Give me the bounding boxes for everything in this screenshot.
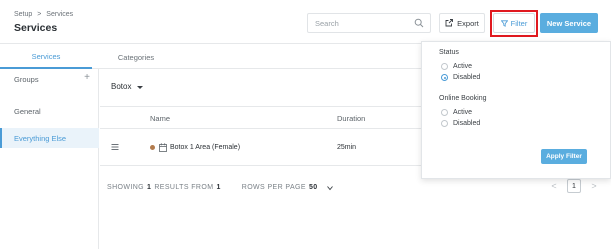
sidebar-item-groups[interactable]: Groups +	[0, 69, 99, 89]
pagination: < 1 >	[547, 179, 601, 193]
category-dropdown-value: Botox	[111, 82, 132, 91]
export-button[interactable]: Export	[439, 13, 485, 33]
drag-handle-icon[interactable]	[111, 143, 119, 151]
breadcrumb: Setup > Services	[14, 11, 76, 18]
service-name[interactable]: Botox 1 Area (Female)	[170, 144, 240, 151]
calendar-icon	[159, 143, 167, 152]
search-icon[interactable]	[414, 18, 424, 28]
sidebar-item-label: Everything Else	[14, 133, 67, 143]
rows-per-page-label: ROWS PER PAGE	[241, 184, 306, 191]
sidebar-item-general[interactable]: General	[0, 101, 99, 121]
radio-label: Disabled	[453, 74, 481, 81]
breadcrumb-setup[interactable]: Setup	[14, 11, 32, 18]
sidebar: Groups + General Everything Else	[0, 69, 99, 249]
page-title: Services	[14, 22, 58, 34]
results-footer: SHOWING 1 RESULTS FROM 1 ROWS PER PAGE 5…	[107, 184, 333, 191]
showing-count: 1	[147, 184, 152, 191]
tab-services[interactable]: Services	[0, 45, 92, 69]
service-color-dot	[150, 145, 155, 150]
online-booking-option-active[interactable]: Active	[441, 109, 472, 116]
results-from-label: RESULTS FROM	[154, 184, 214, 191]
search-box[interactable]	[307, 13, 431, 33]
breadcrumb-services: Services	[46, 11, 74, 18]
online-booking-option-disabled[interactable]: Disabled	[441, 120, 480, 127]
online-booking-title: Online Booking	[439, 95, 487, 102]
add-group-icon[interactable]: +	[84, 72, 90, 83]
breadcrumb-separator: >	[37, 11, 42, 18]
new-service-button[interactable]: New Service	[540, 13, 598, 33]
next-page-button[interactable]: >	[587, 179, 601, 193]
status-option-active[interactable]: Active	[441, 63, 472, 70]
page-number-button[interactable]: 1	[567, 179, 581, 193]
online-booking-active-radio[interactable]	[441, 109, 448, 116]
category-dropdown[interactable]: Botox	[111, 82, 144, 91]
showing-label: SHOWING	[107, 184, 145, 191]
prev-page-button[interactable]: <	[547, 179, 561, 193]
chevron-down-icon	[137, 85, 144, 89]
status-disabled-radio[interactable]	[441, 74, 448, 81]
column-header-duration[interactable]: Duration	[337, 114, 365, 123]
status-active-radio[interactable]	[441, 63, 448, 70]
column-header-name[interactable]: Name	[150, 114, 170, 123]
sidebar-item-everything-else[interactable]: Everything Else	[0, 128, 99, 148]
page-header: Setup > Services Services Export Filter …	[0, 0, 611, 44]
rows-per-page-value[interactable]: 50	[309, 184, 318, 191]
status-option-disabled[interactable]: Disabled	[441, 74, 480, 81]
tab-categories[interactable]: Categories	[100, 45, 172, 69]
online-booking-disabled-radio[interactable]	[441, 120, 448, 127]
radio-label: Disabled	[453, 120, 481, 127]
radio-label: Active	[453, 109, 473, 116]
apply-filter-button[interactable]: Apply Filter	[541, 149, 587, 164]
sidebar-item-label: Groups	[14, 74, 39, 84]
chevron-down-icon[interactable]	[326, 185, 333, 191]
filter-highlight-box	[490, 10, 538, 37]
radio-label: Active	[453, 63, 473, 70]
export-label: Export	[457, 18, 479, 28]
results-total: 1	[216, 184, 221, 191]
export-icon	[445, 19, 454, 27]
status-title: Status	[439, 49, 459, 56]
sidebar-item-label: General	[14, 106, 41, 116]
service-duration: 25min	[337, 144, 357, 151]
filter-panel: Status Active Disabled Online Booking Ac…	[421, 41, 611, 179]
search-input[interactable]	[308, 14, 408, 32]
